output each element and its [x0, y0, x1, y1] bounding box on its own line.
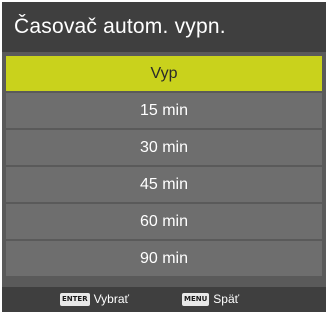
menu-title: Časovač autom. vypn. — [14, 15, 226, 38]
enter-hint: ENTER Vybrať — [60, 292, 129, 307]
option-off[interactable]: Vyp — [6, 56, 322, 91]
title-bar: Časovač autom. vypn. — [2, 2, 326, 52]
enter-hint-label: Vybrať — [93, 292, 129, 306]
sleep-timer-menu: Časovač autom. vypn. Vyp 15 min 30 min 4… — [2, 2, 326, 312]
option-list: Vyp 15 min 30 min 45 min 60 min 90 min — [6, 56, 322, 278]
footer-hints: ENTER Vybrať MENU Späť — [2, 287, 326, 312]
menu-key-icon: MENU — [182, 293, 210, 306]
menu-hint: MENU Späť — [182, 292, 239, 307]
option-90-min[interactable]: 90 min — [6, 241, 322, 276]
option-30-min[interactable]: 30 min — [6, 130, 322, 165]
option-45-min[interactable]: 45 min — [6, 167, 322, 202]
option-60-min[interactable]: 60 min — [6, 204, 322, 239]
menu-hint-label: Späť — [213, 292, 240, 306]
enter-key-icon: ENTER — [60, 293, 90, 306]
option-15-min[interactable]: 15 min — [6, 93, 322, 128]
